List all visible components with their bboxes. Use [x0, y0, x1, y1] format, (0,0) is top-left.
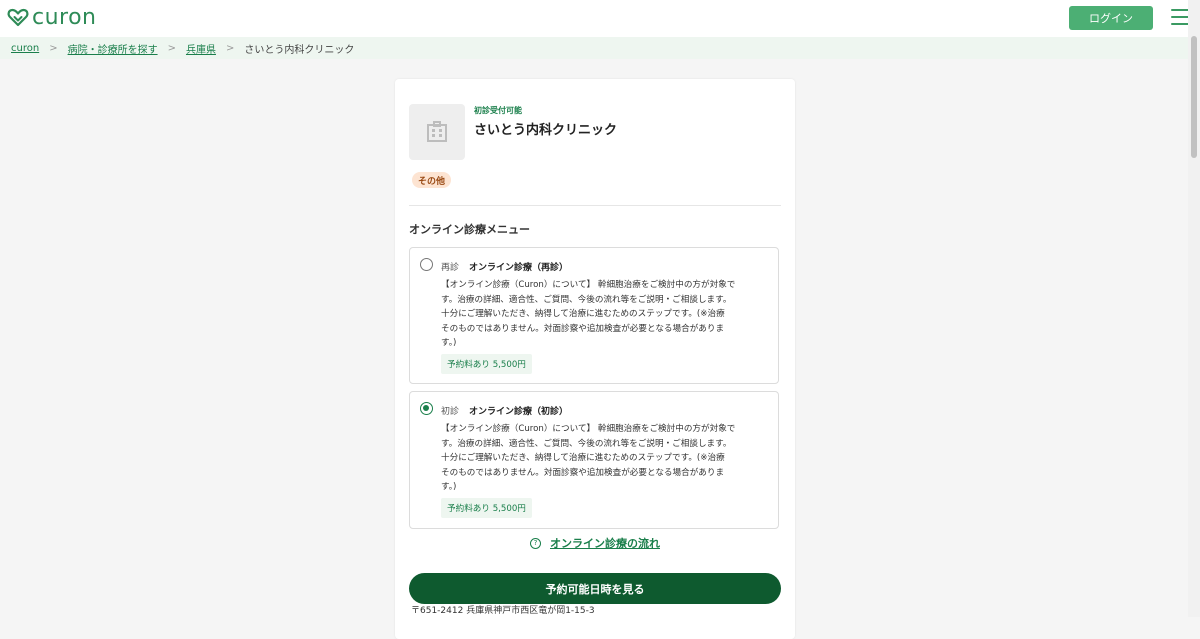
option-kind: 再診	[441, 263, 460, 273]
option-title: オンライン診療（再診）	[469, 263, 569, 273]
breadcrumb-chevron-icon: >	[225, 42, 235, 54]
description-line: 【オンライン診療（Curon）について】 幹細胞治療をご検討中の方が対象で	[441, 280, 736, 290]
breadcrumb-search-clinics[interactable]: 病院・診療所を探す	[68, 41, 158, 56]
login-button[interactable]: ログイン	[1069, 6, 1153, 30]
clinic-card: 初診受付可能 さいとう内科クリニック その他 オンライン診療メニュー 再診 オン…	[395, 79, 795, 639]
breadcrumb: curon > 病院・診療所を探す > 兵庫県 > さいとう内科クリニック	[0, 37, 1188, 59]
description-line: そのものではありません。対面診察や追加検査が必要となる場合がありま	[441, 467, 725, 478]
scrollbar-thumb[interactable]	[1191, 36, 1197, 158]
breadcrumb-chevron-icon: >	[49, 42, 58, 54]
page-scrollbar[interactable]	[1188, 0, 1200, 617]
description-line: 十分にご理解いただき、納得して治療に進むためのステップです。(※治療	[441, 309, 725, 319]
heart-logo-icon	[7, 8, 29, 27]
menu-option-first-visit[interactable]: 初診 オンライン診療（初診） 【オンライン診療（Curon）について】 幹細胞治…	[409, 391, 779, 529]
curon-logo[interactable]: curon	[6, 4, 97, 30]
option-description: 【オンライン診療（Curon）について】 幹細胞治療をご検討中の方が対象で す。…	[441, 278, 775, 351]
option-title: オンライン診療（初診）	[469, 407, 569, 417]
breadcrumb-home[interactable]: curon	[11, 43, 39, 54]
online-flow-link[interactable]: ? オンライン診療の流れ	[395, 535, 795, 551]
price-tag: 予約料あり 5,500円	[441, 354, 532, 374]
breadcrumb-chevron-icon: >	[167, 42, 176, 54]
question-circle-icon: ?	[530, 537, 541, 549]
radio-revisit[interactable]	[420, 258, 433, 271]
description-line: 十分にご理解いただき、納得して治療に進むためのステップです。(※治療	[441, 453, 725, 463]
breadcrumb-current: さいとう内科クリニック	[244, 44, 355, 56]
logo-text: curon	[32, 4, 97, 30]
online-flow-link-text[interactable]: オンライン診療の流れ	[550, 535, 660, 551]
clinic-status-label: 初診受付可能	[474, 106, 522, 115]
description-line: す。治療の詳細、適合性、ご質問、今後の流れ等をご説明・ご相談します。	[441, 294, 732, 305]
category-tag: その他	[412, 172, 452, 188]
description-line: す。)	[441, 482, 457, 492]
clinic-address: 〒651-2412 兵庫県神戸市西区竜が岡1-15-3	[411, 606, 595, 616]
top-header: curon ログイン	[0, 0, 1191, 37]
option-kind: 初診	[441, 407, 460, 417]
section-divider	[409, 205, 781, 206]
breadcrumb-prefecture[interactable]: 兵庫県	[186, 41, 216, 56]
clinic-name: さいとう内科クリニック	[474, 123, 618, 138]
description-line: そのものではありません。対面診察や追加検査が必要となる場合がありま	[441, 323, 725, 334]
description-line: す。)	[441, 338, 457, 348]
menu-heading: オンライン診療メニュー	[409, 223, 530, 236]
building-icon	[427, 121, 447, 142]
radio-first-visit[interactable]	[420, 402, 433, 415]
description-line: す。治療の詳細、適合性、ご質問、今後の流れ等をご説明・ご相談します。	[441, 438, 732, 449]
clinic-image-placeholder	[409, 104, 465, 160]
price-tag: 予約料あり 5,500円	[441, 498, 532, 518]
option-description: 【オンライン診療（Curon）について】 幹細胞治療をご検討中の方が対象で す。…	[441, 422, 775, 495]
description-line: 【オンライン診療（Curon）について】 幹細胞治療をご検討中の方が対象で	[441, 424, 736, 434]
menu-option-revisit[interactable]: 再診 オンライン診療（再診） 【オンライン診療（Curon）について】 幹細胞治…	[409, 247, 779, 384]
view-available-times-button[interactable]: 予約可能日時を見る	[409, 573, 781, 604]
